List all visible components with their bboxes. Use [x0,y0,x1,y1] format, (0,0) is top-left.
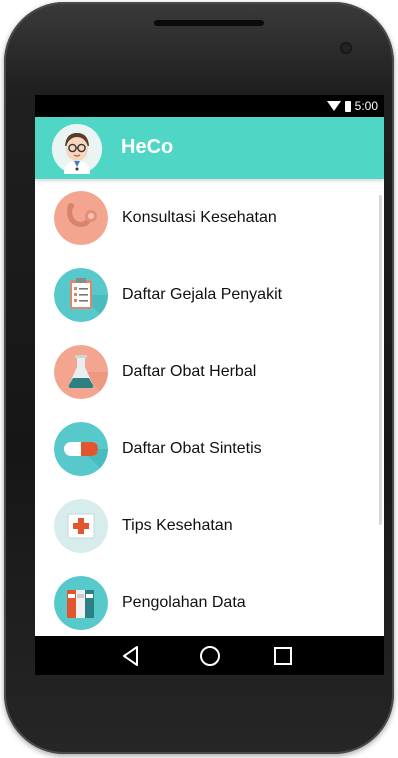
menu-item-konsultasi-kesehatan[interactable]: Konsultasi Kesehatan [35,179,384,256]
battery-icon [344,100,351,112]
status-time: 5:00 [354,99,378,113]
pill-icon [54,422,108,476]
doctor-avatar-icon [52,124,102,174]
menu-item-daftar-obat-herbal[interactable]: Daftar Obat Herbal [35,333,384,410]
back-icon[interactable] [118,643,144,669]
status-bar: 5:00 [35,95,384,117]
scrollbar[interactable] [379,195,382,525]
menu-item-label: Daftar Obat Sintetis [122,440,262,457]
recents-icon[interactable] [270,643,296,669]
menu-item-pengolahan-data[interactable]: Pengolahan Data [35,564,384,641]
menu-item-daftar-gejala-penyakit[interactable]: Daftar Gejala Penyakit [35,256,384,333]
phone-frame: 5:00 HeCo Konsultasi Kesehatan Daftar Ge… [4,2,394,754]
menu-item-label: Tips Kesehatan [122,517,233,534]
binders-icon [54,576,108,630]
screen: 5:00 HeCo Konsultasi Kesehatan Daftar Ge… [35,95,384,675]
navigation-bar [35,636,384,675]
app-title: HeCo [121,136,174,158]
first-aid-icon [54,499,108,553]
speaker-grille [154,20,264,26]
menu-item-label: Daftar Gejala Penyakit [122,286,283,303]
menu-item-label: Konsultasi Kesehatan [122,209,277,226]
flask-icon [54,345,108,399]
menu-item-daftar-obat-sintetis[interactable]: Daftar Obat Sintetis [35,410,384,487]
wifi-icon [326,101,341,111]
menu-item-tips-kesehatan[interactable]: Tips Kesehatan [35,487,384,564]
menu-item-label: Daftar Obat Herbal [122,363,257,380]
clipboard-icon [54,268,108,322]
menu-list: Konsultasi Kesehatan Daftar Gejala Penya… [35,179,384,641]
stethoscope-icon [54,191,108,245]
app-bar: HeCo [35,117,384,179]
front-camera [340,42,352,54]
menu-item-label: Pengolahan Data [122,594,246,611]
home-icon[interactable] [197,643,223,669]
